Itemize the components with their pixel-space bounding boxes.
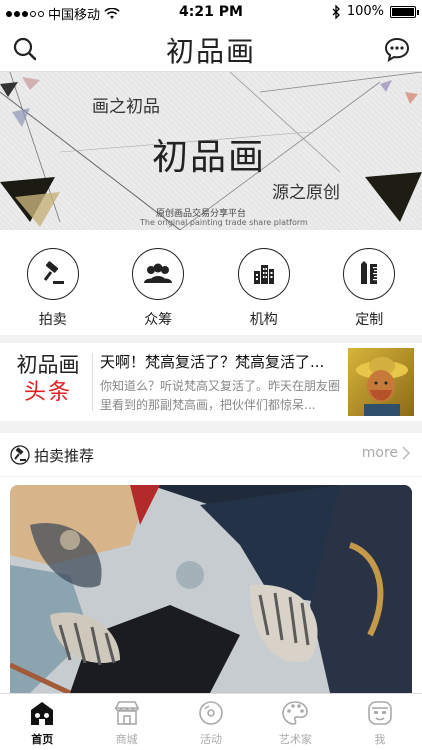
battery-icon — [390, 5, 419, 18]
headline-title[interactable]: 天啊！梵高复活了？梵高复活了... — [100, 351, 340, 372]
profile-icon — [366, 699, 394, 727]
menu-label-auction: 拍卖 — [38, 312, 67, 328]
menu-label-crowdfund: 众筹 — [144, 312, 173, 328]
banner-line3: 源之原创 — [272, 183, 340, 203]
bottom-tab-bar: 首页 商城 活动 艺术家 我 — [0, 693, 422, 750]
chat-icon[interactable] — [384, 36, 410, 62]
headline-logo-label: 头条 — [23, 380, 72, 405]
palette-icon — [281, 699, 309, 727]
bluetooth-icon — [332, 4, 340, 19]
tab-shop[interactable]: 商城 — [84, 694, 168, 750]
more-link[interactable]: more — [362, 445, 410, 461]
headline-thumbnail[interactable] — [348, 348, 414, 416]
home-icon — [28, 699, 56, 727]
auction-card[interactable] — [0, 477, 422, 693]
status-right: 100% — [332, 4, 419, 19]
shop-icon — [113, 699, 141, 727]
tab-activity[interactable]: 活动 — [169, 694, 253, 750]
banner-line2: 初品画 — [152, 137, 267, 178]
menu-item-custom[interactable]: 定制 — [317, 230, 422, 335]
status-bar: 中国移动 4:21 PM 100% — [0, 0, 422, 24]
menu-item-auction[interactable]: 拍卖 — [0, 230, 106, 335]
menu-label-institution: 机构 — [249, 312, 278, 328]
building-icon — [237, 248, 290, 300]
menu-label-custom: 定制 — [355, 312, 384, 328]
menu-item-institution[interactable]: 机构 — [211, 230, 317, 335]
battery-percent: 100% — [346, 4, 384, 19]
headline-logo: 初品画 头条 — [8, 351, 88, 407]
tab-home[interactable]: 首页 — [0, 694, 84, 750]
headline-news[interactable]: 初品画 头条 天啊！梵高复活了？梵高复活了... 你知道么？听说梵高又复活了。昨… — [0, 343, 422, 421]
tab-label-artist: 艺术家 — [278, 733, 312, 746]
activity-icon — [197, 699, 225, 727]
battery-level-fill — [392, 7, 414, 16]
headline-logo-brand: 初品画 — [16, 353, 80, 377]
banner-line1: 画之初品 — [92, 97, 160, 117]
category-menu: 拍卖 众筹 机构 定制 — [0, 230, 422, 335]
app-title: 初品画 — [165, 35, 256, 68]
group-icon — [132, 248, 185, 300]
tab-label-home: 首页 — [31, 733, 54, 746]
section-title: 拍卖推荐 — [34, 447, 95, 465]
more-label: more — [361, 445, 398, 461]
gavel-circle-icon — [10, 445, 30, 465]
auction-artwork-image[interactable] — [10, 485, 412, 693]
tab-label-profile: 我 — [374, 733, 386, 746]
gavel-icon — [26, 248, 79, 300]
chevron-right-icon — [402, 446, 410, 460]
menu-item-crowdfund[interactable]: 众筹 — [106, 230, 212, 335]
tab-label-shop: 商城 — [115, 733, 138, 746]
headline-summary: 你知道么？听说梵高又复活了。昨天在朋友圈里看到的那副梵高画，把伙伴们都惊呆... — [100, 379, 341, 412]
tab-artist[interactable]: 艺术家 — [253, 694, 337, 750]
headline-divider — [92, 353, 93, 411]
nav-bar: 初品画 — [0, 24, 422, 72]
pen-ruler-icon — [343, 248, 396, 300]
tab-profile[interactable]: 我 — [338, 694, 422, 750]
promo-banner[interactable]: 画之初品 初品画 源之原创 原创画品交易分享平台 The original pa… — [0, 72, 422, 230]
tab-label-activity: 活动 — [200, 733, 223, 746]
banner-subtitle-en: The original painting trade share platfo… — [140, 218, 308, 227]
auction-recommend-header: 拍卖推荐 more — [0, 433, 422, 477]
